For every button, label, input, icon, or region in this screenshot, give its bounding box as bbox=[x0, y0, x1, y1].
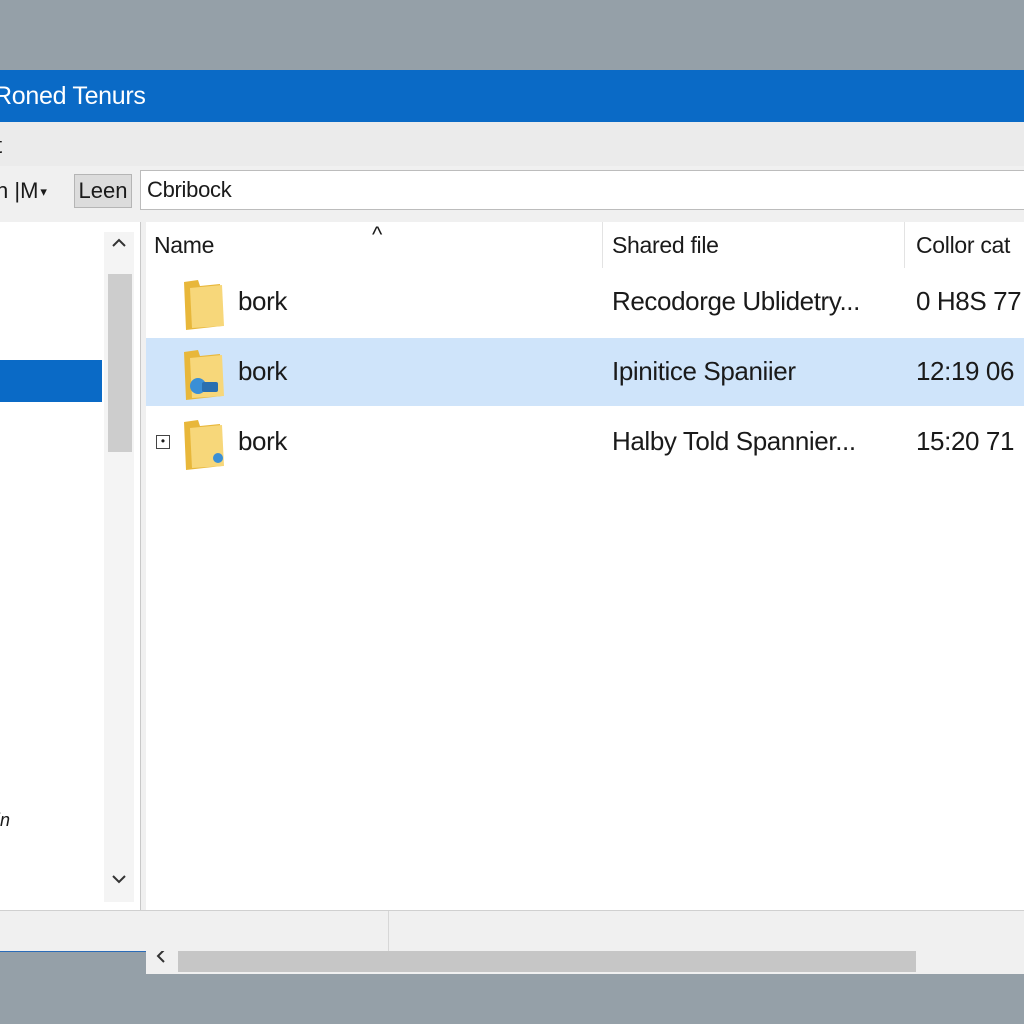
shared-folder-icon bbox=[184, 350, 224, 400]
address-bar[interactable]: Cbribock bbox=[140, 170, 1024, 210]
nav-selected-item[interactable] bbox=[0, 360, 102, 402]
file-name: bork bbox=[238, 426, 287, 456]
view-dropdown[interactable]: h |M ▾ bbox=[0, 178, 47, 204]
file-list: Name ^ Shared file Collor cat bork Recod… bbox=[146, 222, 1024, 974]
shared-file-cell: Halby Told Spannier... bbox=[612, 426, 856, 456]
title-bar[interactable]: Roned Tenurs bbox=[0, 70, 1024, 122]
color-category-cell: 15:20 71 bbox=[916, 426, 1015, 456]
color-category-cell: 12:19 06 bbox=[916, 356, 1015, 386]
column-header: Name ^ Shared file Collor cat bbox=[146, 222, 1024, 268]
status-divider bbox=[388, 911, 389, 951]
color-category-cell: 0 H8S 77 bbox=[916, 286, 1022, 316]
chevron-down-icon[interactable] bbox=[104, 868, 134, 896]
column-divider[interactable] bbox=[602, 222, 603, 268]
column-shared-file[interactable]: Shared file bbox=[612, 232, 719, 259]
caret-down-icon: ▾ bbox=[40, 184, 47, 200]
lens-button[interactable]: Leen bbox=[74, 174, 132, 208]
shared-file-cell: Ipinitice Spaniier bbox=[612, 356, 796, 386]
view-dropdown-label: h |M bbox=[0, 178, 39, 203]
navigation-pane: in bbox=[0, 222, 141, 910]
nav-vertical-scrollbar[interactable] bbox=[104, 232, 134, 902]
lens-button-label: Leen bbox=[78, 178, 128, 203]
explorer-window: Roned Tenurs t h |M▾ Leen Cbribock in Na… bbox=[0, 70, 1024, 974]
file-row-selected[interactable]: bork Ipinitice Spaniier 12:19 06 bbox=[146, 338, 1024, 406]
file-row[interactable]: • bork Halby Told Spannier... 15:20 71 bbox=[146, 408, 1024, 476]
file-name: bork bbox=[238, 286, 287, 316]
folder-icon bbox=[184, 420, 224, 470]
chevron-up-icon[interactable] bbox=[104, 232, 134, 260]
nav-item-label[interactable]: in bbox=[0, 810, 10, 831]
folder-icon bbox=[184, 280, 224, 330]
column-divider[interactable] bbox=[904, 222, 905, 268]
column-name[interactable]: Name bbox=[154, 232, 214, 259]
horizontal-scroll-thumb[interactable] bbox=[178, 948, 916, 972]
status-bar bbox=[0, 910, 1024, 951]
sort-ascending-icon[interactable]: ^ bbox=[372, 222, 382, 248]
menu-item[interactable]: t bbox=[0, 133, 2, 159]
address-value: Cbribock bbox=[147, 177, 232, 202]
expand-icon[interactable]: • bbox=[156, 435, 170, 449]
file-name: bork bbox=[238, 356, 287, 386]
shared-file-cell: Recodorge Ublidetry... bbox=[612, 286, 860, 316]
nav-scroll-thumb[interactable] bbox=[108, 274, 132, 452]
column-color-category[interactable]: Collor cat bbox=[916, 232, 1010, 259]
toolbar: h |M ▾ Leen Cbribock bbox=[0, 166, 1024, 218]
file-row[interactable]: bork Recodorge Ublidetry... 0 H8S 77 bbox=[146, 268, 1024, 336]
menu-bar: t bbox=[0, 122, 1024, 166]
window-title: Roned Tenurs bbox=[0, 82, 146, 110]
